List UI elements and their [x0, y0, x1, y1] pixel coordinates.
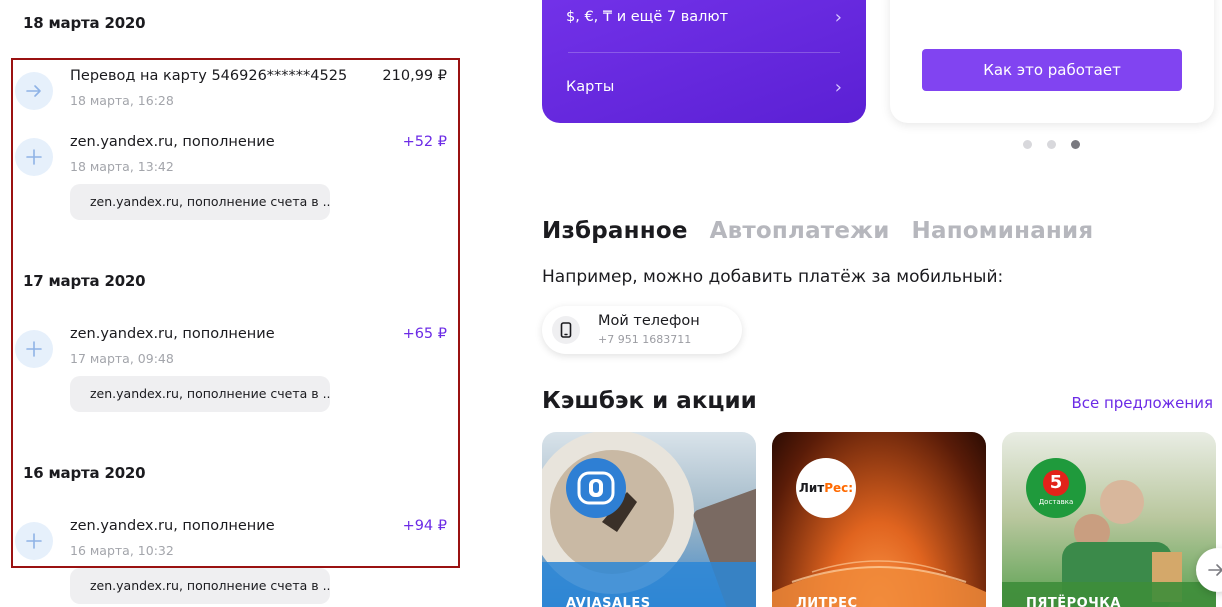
transaction-title: zen.yandex.ru, пополнение	[70, 134, 275, 150]
carousel-dots	[1023, 140, 1083, 150]
offer-background-image	[542, 432, 756, 607]
favorite-my-phone[interactable]: Мой телефон +7 951 1683711	[542, 306, 742, 354]
offer-name: AVIASALES	[566, 596, 651, 607]
transaction-row[interactable]: zen.yandex.ru, пополнение 17 марта, 09:4…	[15, 326, 447, 370]
all-offers-link[interactable]: Все предложения	[1071, 394, 1213, 412]
transaction-title: zen.yandex.ru, пополнение	[70, 518, 275, 534]
offer-name: ПЯТЁРОЧКА	[1026, 596, 1121, 607]
wallet-card: $, €, ₸ и ещё 7 валют › Карты ›	[542, 0, 866, 123]
tab-autopayments[interactable]: Автоплатежи	[710, 218, 890, 244]
chevron-right-icon: ›	[834, 7, 842, 28]
offer-card-litres[interactable]: Лит Рес: ЛИТРЕС	[772, 432, 986, 607]
plus-icon	[15, 522, 53, 560]
pyaterochka-logo: 5 Доставка	[1026, 458, 1086, 518]
promo-card: Как это работает	[890, 0, 1214, 123]
phone-icon	[552, 316, 580, 344]
carousel-dot[interactable]	[1023, 140, 1032, 149]
transaction-title: zen.yandex.ru, пополнение	[70, 326, 275, 342]
transaction-row[interactable]: zen.yandex.ru, пополнение 16 марта, 10:3…	[15, 518, 447, 562]
litres-logo: Лит Рес:	[796, 458, 856, 518]
cards-row[interactable]: Карты ›	[566, 77, 842, 99]
aviasales-logo	[566, 458, 626, 518]
currencies-row[interactable]: $, €, ₸ и ещё 7 валют ›	[566, 7, 842, 29]
cards-label: Карты	[566, 79, 615, 95]
transaction-feed: 18 марта 2020 Перевод на карту 546926***…	[0, 0, 470, 607]
offer-background-image	[772, 560, 986, 607]
transaction-time: 17 марта, 09:48	[70, 351, 174, 366]
cashback-title: Кэшбэк и акции	[542, 388, 757, 414]
favorites-tabs: Избранное Автоплатежи Напоминания	[542, 218, 1115, 248]
transaction-amount: +52 ₽	[402, 134, 447, 150]
transaction-note[interactable]: zen.yandex.ru, пополнение счета в ...	[70, 376, 330, 412]
transaction-note[interactable]: zen.yandex.ru, пополнение счета в ...	[70, 568, 330, 604]
transaction-note[interactable]: zen.yandex.ru, пополнение счета в ...	[70, 184, 330, 220]
transaction-row[interactable]: Перевод на карту 546926******4525 18 мар…	[15, 68, 447, 112]
transaction-time: 16 марта, 10:32	[70, 543, 174, 558]
plus-icon	[15, 330, 53, 368]
divider	[568, 52, 840, 53]
transaction-title: Перевод на карту 546926******4525	[70, 68, 348, 84]
logo-text: Лит	[798, 481, 825, 495]
transaction-row[interactable]: zen.yandex.ru, пополнение 18 марта, 13:4…	[15, 134, 447, 178]
tab-reminders[interactable]: Напоминания	[912, 218, 1094, 244]
chevron-right-icon: ›	[834, 77, 842, 98]
arrow-right-icon	[15, 72, 53, 110]
transaction-time: 18 марта, 13:42	[70, 159, 174, 174]
chip-subtitle: +7 951 1683711	[598, 333, 692, 346]
chip-title: Мой телефон	[598, 313, 700, 329]
logo-subtitle: Доставка	[1038, 498, 1074, 506]
tab-favorites[interactable]: Избранное	[542, 218, 688, 244]
currencies-label: $, €, ₸ и ещё 7 валют	[566, 9, 729, 25]
transaction-amount: 210,99 ₽	[382, 68, 447, 84]
date-header: 16 марта 2020	[23, 464, 146, 482]
offer-card-pyaterochka[interactable]: 5 Доставка ПЯТЁРОЧКА	[1002, 432, 1216, 607]
plus-icon	[15, 138, 53, 176]
logo-text: 5	[1043, 470, 1069, 496]
transaction-time: 18 марта, 16:28	[70, 93, 174, 108]
favorites-hint: Например, можно добавить платёж за мобил…	[542, 267, 1004, 287]
date-header: 17 марта 2020	[23, 272, 146, 290]
carousel-dot[interactable]	[1047, 140, 1056, 149]
transaction-amount: +65 ₽	[402, 326, 447, 342]
transaction-amount: +94 ₽	[402, 518, 447, 534]
offer-name: ЛИТРЕС	[796, 596, 858, 607]
offer-background-image	[1002, 480, 1216, 607]
arrow-right-icon	[1208, 564, 1222, 576]
how-it-works-button[interactable]: Как это работает	[922, 49, 1182, 91]
offer-card-aviasales[interactable]: AVIASALES	[542, 432, 756, 607]
date-header: 18 марта 2020	[23, 14, 146, 32]
logo-text: Рес:	[824, 481, 854, 495]
carousel-dot-active[interactable]	[1071, 140, 1080, 149]
